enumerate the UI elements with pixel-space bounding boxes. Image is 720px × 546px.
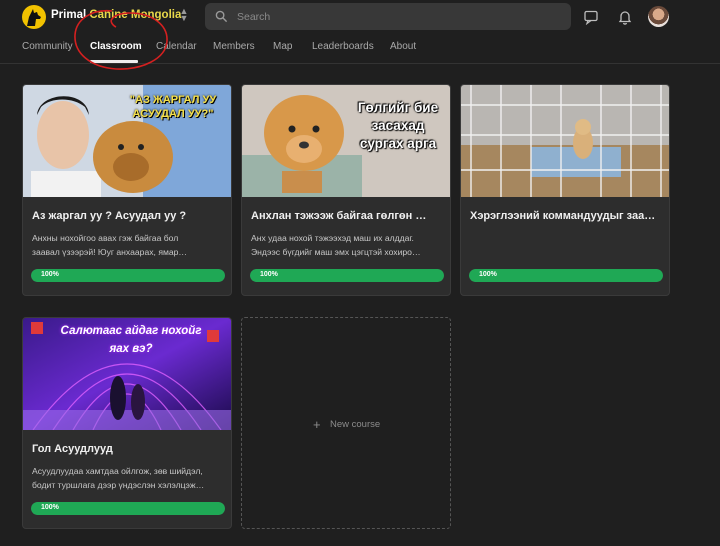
progress-bar: 100% [31, 269, 225, 282]
course-card[interactable]: Салютаас айдаг нохойг яах вэ? Гол Асуудл… [22, 317, 232, 529]
search-input[interactable] [237, 7, 557, 26]
progress-bar: 100% [469, 269, 663, 282]
tab-leaderboards[interactable]: Leaderboards [312, 41, 374, 52]
course-card[interactable]: Хэрэглээний коммандуудыг заа… 100% [460, 84, 670, 296]
tab-map[interactable]: Map [273, 41, 292, 52]
plus-icon: + [313, 417, 321, 432]
user-avatar[interactable] [648, 6, 669, 27]
thumbnail-caption: засахад [371, 118, 425, 133]
top-bar: Primal Canine Mongolia ▲ ▼ [0, 0, 720, 34]
course-thumbnail: Салютаас айдаг нохойг яах вэ? [23, 318, 231, 430]
group-name-part1: Primal [51, 9, 90, 21]
group-name-part2: Canine Mongolia [89, 9, 182, 21]
course-thumbnail: "АЗ ЖАРГАЛ УУ АСУУДАЛ УУ?" [23, 85, 231, 197]
course-title: Гол Асуудлууд [32, 443, 113, 455]
thumbnail-caption: Гөлгийг бие [357, 100, 439, 115]
tab-members[interactable]: Members [213, 41, 255, 52]
search-bar[interactable] [205, 3, 571, 30]
progress-bar: 100% [31, 502, 225, 515]
thumbnail-caption: "АЗ ЖАРГАЛ УУ [129, 94, 217, 106]
progress-label: 100% [41, 271, 59, 278]
chat-icon[interactable] [583, 9, 599, 25]
progress-label: 100% [260, 271, 278, 278]
thumbnail-caption: яах вэ? [109, 343, 153, 355]
progress-label: 100% [41, 504, 59, 511]
new-course-label: New course [330, 419, 381, 430]
search-icon [215, 10, 228, 23]
course-card[interactable]: Гөлгийг бие засахад сургах арга Анхлан т… [241, 84, 451, 296]
thumbnail-caption: АСУУДАЛ УУ?" [132, 108, 214, 120]
active-tab-indicator [90, 60, 138, 63]
progress-bar: 100% [250, 269, 444, 282]
tab-classroom[interactable]: Classroom [90, 41, 142, 52]
course-description: Асуудлуудаа хамтдаа ойлгож, зөв шийдэл, … [32, 466, 205, 490]
course-thumbnail: Гөлгийг бие засахад сургах арга [242, 85, 450, 197]
progress-label: 100% [479, 271, 497, 278]
course-card[interactable]: "АЗ ЖАРГАЛ УУ АСУУДАЛ УУ?" Аз жаргал уу … [22, 84, 232, 296]
new-course-button[interactable]: + New course [241, 317, 451, 529]
group-logo[interactable] [22, 5, 46, 29]
thumbnail-caption: сургах арга [359, 136, 437, 151]
tab-calendar[interactable]: Calendar [156, 41, 197, 52]
course-title: Хэрэглээний коммандуудыг заа… [470, 210, 656, 222]
tab-about[interactable]: About [390, 41, 416, 52]
course-description: Анх удаа нохой тэжээхэд маш их алддаг. Э… [251, 233, 421, 257]
switcher-chevron-icon[interactable]: ▲ ▼ [178, 7, 190, 26]
tab-community[interactable]: Community [22, 41, 73, 52]
course-thumbnail [461, 85, 669, 197]
course-title: Аз жаргал уу ? Асуудал уу ? [32, 210, 187, 222]
bell-icon[interactable] [617, 9, 633, 25]
course-title: Анхлан тэжээж байгаа гөлгөн … [251, 210, 427, 222]
thumbnail-caption: Салютаас айдаг нохойг [60, 325, 202, 337]
course-description: Анхны нохойгоо авах гэж байгаа бол заава… [32, 233, 188, 257]
group-name[interactable]: Primal Canine Mongolia [51, 9, 181, 21]
